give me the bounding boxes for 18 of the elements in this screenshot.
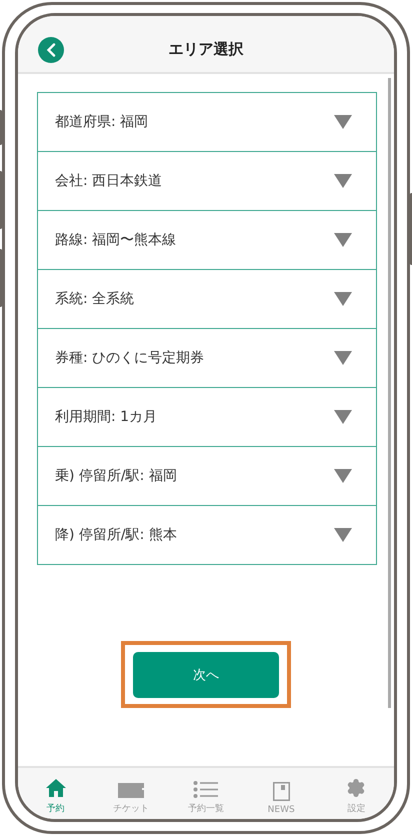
dropdown-triangle-icon [334, 410, 352, 424]
list-icon [193, 781, 218, 798]
dropdown-triangle-icon [334, 174, 352, 188]
dropdown-triangle-icon [334, 351, 352, 365]
dropdown-triangle-icon [334, 469, 352, 483]
document-icon [272, 782, 290, 801]
ticket-icon [118, 783, 144, 798]
chevron-left-icon [46, 43, 56, 57]
dropdown-triangle-icon [334, 292, 352, 306]
tab-item[interactable]: 予約 [18, 768, 94, 815]
back-button[interactable] [38, 37, 64, 63]
home-icon [44, 778, 67, 798]
settings-icon [346, 778, 366, 798]
page-title: エリア選択 [168, 40, 244, 58]
next-button[interactable]: 次へ [133, 652, 279, 698]
dropdown-triangle-icon [334, 528, 352, 542]
dropdown-triangle-icon [334, 233, 352, 247]
dropdown-triangle-icon [334, 115, 352, 129]
